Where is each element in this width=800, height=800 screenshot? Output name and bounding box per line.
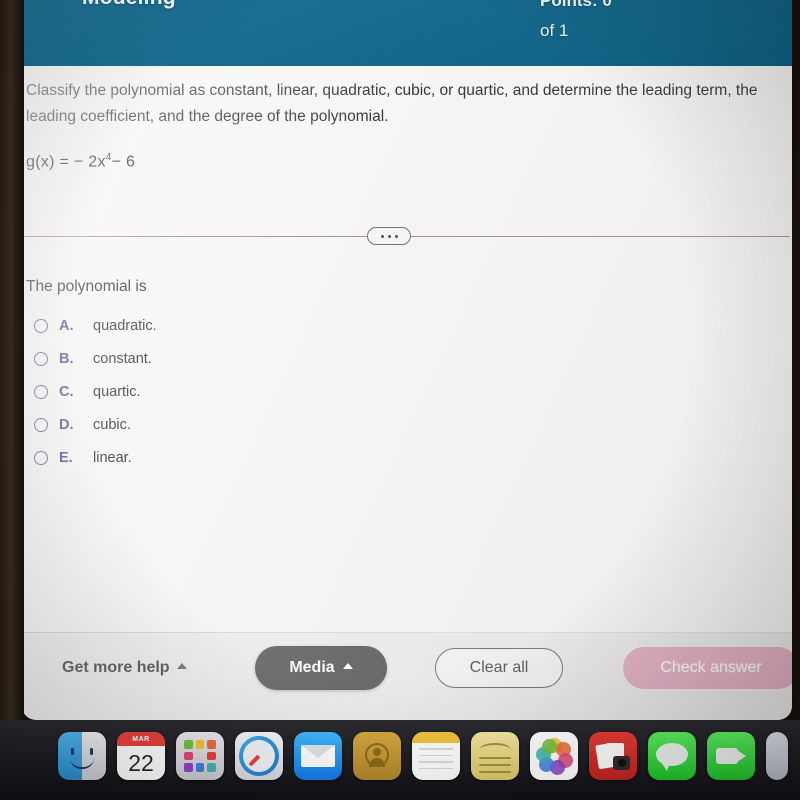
notes-icon[interactable] <box>412 732 460 780</box>
option-label: quartic. <box>93 383 141 400</box>
option-letter: C. <box>59 383 74 400</box>
option-letter: A. <box>59 317 74 334</box>
section-divider <box>22 226 792 246</box>
dock-icon-strip: MAR 22 <box>58 732 788 780</box>
answer-option-c[interactable]: C. quartic. <box>34 375 434 408</box>
laptop-bezel-left <box>0 0 24 722</box>
media-label: Media <box>289 659 335 676</box>
photo-booth-icon[interactable] <box>589 732 637 780</box>
dock-icon-partial[interactable] <box>766 732 788 780</box>
macos-dock: MAR 22 <box>0 720 800 800</box>
contacts-icon[interactable] <box>353 732 401 780</box>
points-earned: Points: 0 <box>540 0 612 10</box>
answer-prompt: The polynomial is <box>26 278 147 295</box>
answer-options: A. quadratic. B. constant. C. quartic. D. cubic… <box>34 309 434 474</box>
photos-icon[interactable] <box>530 732 578 780</box>
equation-left: g(x) = − 2x <box>26 153 106 171</box>
caret-up-icon <box>176 663 187 669</box>
more-options-ellipsis-icon[interactable] <box>367 227 411 245</box>
clear-all-button[interactable]: Clear all <box>435 648 563 688</box>
calendar-icon[interactable]: MAR 22 <box>117 732 165 780</box>
get-more-help-label: Get more help <box>62 659 170 676</box>
screen-photo: Modeling Points: 0 of 1 Classify the pol… <box>0 0 800 800</box>
question-sheet: Classify the polynomial as constant, lin… <box>22 66 792 632</box>
mail-icon[interactable] <box>294 732 342 780</box>
points-indicator: Points: 0 of 1 <box>540 0 612 46</box>
radio-button-icon[interactable] <box>34 351 48 366</box>
option-label: cubic. <box>93 416 131 433</box>
finder-icon[interactable] <box>58 732 106 780</box>
page-title: Modeling <box>82 0 176 10</box>
option-letter: D. <box>59 416 74 433</box>
question-prompt: Classify the polynomial as constant, lin… <box>26 82 758 125</box>
option-letter: E. <box>59 449 73 466</box>
equation-right: − 6 <box>111 153 136 171</box>
safari-icon[interactable] <box>235 732 283 780</box>
dot-2 <box>387 234 391 238</box>
check-answer-button[interactable]: Check answer <box>623 647 792 689</box>
launchpad-icon[interactable] <box>176 732 224 780</box>
facetime-icon[interactable] <box>707 732 755 780</box>
caret-up-icon <box>342 663 353 669</box>
answer-option-b[interactable]: B. constant. <box>34 342 434 375</box>
radio-button-icon[interactable] <box>34 450 48 465</box>
action-bar: Get more help Media Clear all Check answ… <box>22 632 792 720</box>
answer-option-e[interactable]: E. linear. <box>34 441 434 474</box>
answer-option-d[interactable]: D. cubic. <box>34 408 434 441</box>
calendar-month: MAR <box>117 732 165 746</box>
option-label: linear. <box>93 449 132 466</box>
app-header: Modeling Points: 0 of 1 <box>22 0 792 66</box>
dot-3 <box>394 234 398 238</box>
radio-button-icon[interactable] <box>34 417 48 432</box>
option-label: constant. <box>93 350 152 367</box>
get-more-help-button[interactable]: Get more help <box>62 651 187 685</box>
media-button[interactable]: Media <box>255 646 387 690</box>
messages-icon[interactable] <box>648 732 696 780</box>
polynomial-equation: g(x) = − 2x4− 6 <box>26 152 135 171</box>
stickies-icon[interactable] <box>471 732 519 780</box>
calendar-day: 22 <box>128 749 154 776</box>
homework-window: Modeling Points: 0 of 1 Classify the pol… <box>22 0 792 720</box>
dot-1 <box>380 234 384 238</box>
answer-option-a[interactable]: A. quadratic. <box>34 309 434 342</box>
option-letter: B. <box>59 350 74 367</box>
option-label: quadratic. <box>93 317 157 334</box>
radio-button-icon[interactable] <box>34 318 48 333</box>
points-total: of 1 <box>540 21 569 40</box>
radio-button-icon[interactable] <box>34 384 48 399</box>
